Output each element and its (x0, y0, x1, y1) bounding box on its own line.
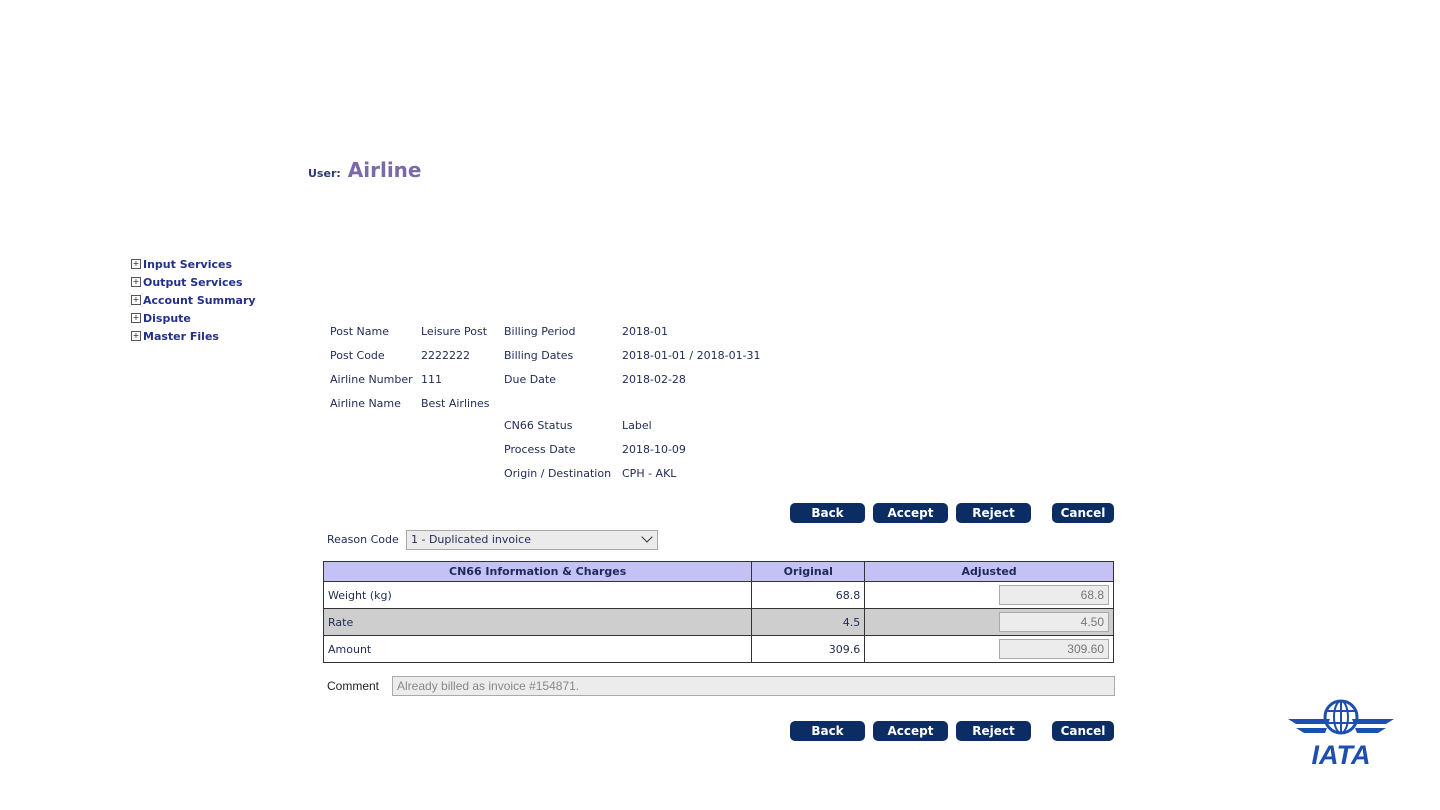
process-date-value: 2018-10-09 (622, 443, 686, 456)
adjusted-input[interactable]: 68.8 (999, 585, 1109, 605)
charges-table: CN66 Information & Charges Original Adju… (322, 561, 1114, 663)
origin-destination-value: CPH - AKL (622, 467, 677, 480)
table-row: Amount 309.6 309.60 (322, 635, 1114, 663)
table-row: Rate 4.5 4.50 (322, 608, 1114, 636)
expand-plus-icon[interactable]: + (131, 277, 141, 287)
nav-item-dispute[interactable]: + Dispute (131, 309, 256, 327)
expand-plus-icon[interactable]: + (131, 259, 141, 269)
cancel-button-top[interactable]: Cancel (1052, 503, 1114, 523)
row-label: Amount (322, 635, 753, 663)
original-value: 4.5 (751, 608, 866, 636)
adjusted-cell: 4.50 (864, 608, 1114, 636)
adjusted-input[interactable]: 309.60 (999, 639, 1109, 659)
original-value: 309.6 (751, 635, 866, 663)
adjusted-input[interactable]: 4.50 (999, 612, 1109, 632)
table-row: Weight (kg) 68.8 68.8 (322, 581, 1114, 609)
back-button-top[interactable]: Back (790, 503, 865, 523)
airline-number-value: 111 (421, 373, 442, 386)
adjusted-cell: 68.8 (864, 581, 1114, 609)
sidebar-nav: + Input Services + Output Services + Acc… (131, 255, 256, 345)
post-code-value: 2222222 (421, 349, 470, 362)
nav-item-label: Master Files (143, 329, 219, 343)
origin-destination-label: Origin / Destination (504, 467, 612, 480)
nav-item-label: Input Services (143, 257, 232, 271)
expand-plus-icon[interactable]: + (131, 331, 141, 341)
original-value: 68.8 (751, 581, 866, 609)
due-date-label: Due Date (504, 373, 556, 386)
reject-button-top[interactable]: Reject (956, 503, 1031, 523)
row-label: Rate (322, 608, 753, 636)
comment-label: Comment (327, 679, 380, 693)
reject-button-bottom[interactable]: Reject (956, 721, 1031, 741)
process-date-label: Process Date (504, 443, 576, 456)
post-name-label: Post Name (330, 325, 389, 338)
nav-item-label: Account Summary (143, 293, 256, 307)
adjusted-cell: 309.60 (864, 635, 1114, 663)
column-header-original: Original (751, 561, 866, 582)
column-header-info: CN66 Information & Charges (322, 561, 753, 582)
post-code-label: Post Code (330, 349, 385, 362)
accept-button-top[interactable]: Accept (873, 503, 948, 523)
due-date-value: 2018-02-28 (622, 373, 686, 386)
billing-dates-value: 2018-01-01 / 2018-01-31 (622, 349, 761, 362)
accept-button-bottom[interactable]: Accept (873, 721, 948, 741)
reason-code-label: Reason Code (327, 533, 399, 546)
billing-period-value: 2018-01 (622, 325, 668, 338)
nav-item-output-services[interactable]: + Output Services (131, 273, 256, 291)
iata-globe-wings-icon (1288, 699, 1394, 735)
nav-item-master-files[interactable]: + Master Files (131, 327, 256, 345)
cn66-status-value: Label (622, 419, 652, 432)
column-header-adjusted: Adjusted (864, 561, 1114, 582)
reason-code-select[interactable]: 1 - Duplicated invoice (406, 530, 658, 550)
post-name-value: Leisure Post (421, 325, 488, 338)
chevron-down-icon[interactable] (641, 531, 653, 543)
nav-item-input-services[interactable]: + Input Services (131, 255, 256, 273)
billing-period-label: Billing Period (504, 325, 576, 338)
airline-name-value: Best Airlines (421, 397, 490, 410)
cancel-button-bottom[interactable]: Cancel (1052, 721, 1114, 741)
iata-logo: IATA (1288, 699, 1394, 767)
row-label: Weight (kg) (322, 581, 753, 609)
back-button-bottom[interactable]: Back (790, 721, 865, 741)
reason-code-value: 1 - Duplicated invoice (411, 533, 531, 546)
expand-plus-icon[interactable]: + (131, 295, 141, 305)
nav-item-label: Output Services (143, 275, 243, 289)
user-label: User: (308, 167, 341, 180)
airline-name-label: Airline Name (330, 397, 401, 410)
user-header: User: Airline (308, 158, 421, 182)
cn66-status-label: CN66 Status (504, 419, 573, 432)
user-name: Airline (347, 158, 422, 182)
comment-input[interactable]: Already billed as invoice #154871. (392, 676, 1115, 696)
nav-item-account-summary[interactable]: + Account Summary (131, 291, 256, 309)
table-header-row: CN66 Information & Charges Original Adju… (322, 561, 1114, 582)
expand-plus-icon[interactable]: + (131, 313, 141, 323)
iata-logo-text: IATA (1312, 740, 1371, 767)
airline-number-label: Airline Number (330, 373, 413, 386)
billing-dates-label: Billing Dates (504, 349, 574, 362)
nav-item-label: Dispute (143, 311, 191, 325)
